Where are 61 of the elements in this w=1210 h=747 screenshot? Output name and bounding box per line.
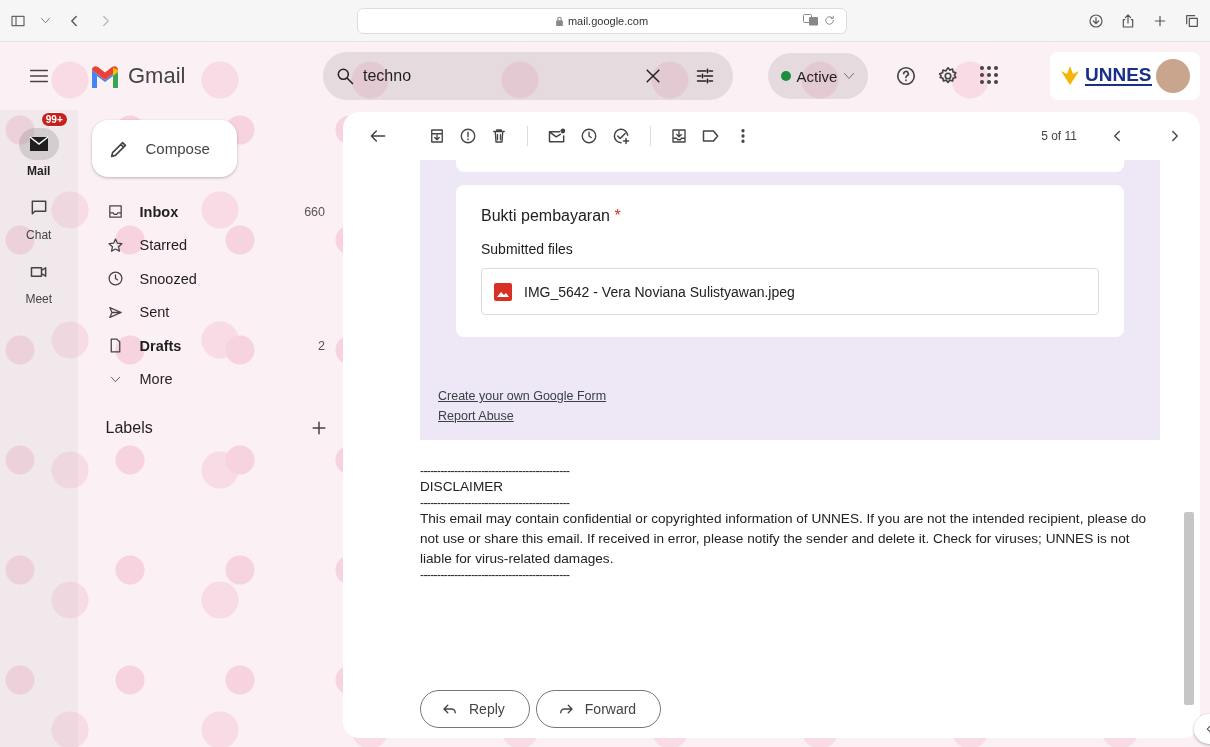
- disclaimer-heading: DISCLAIMER: [420, 478, 505, 496]
- scrollbar-thumb[interactable]: [1184, 512, 1194, 705]
- help-icon[interactable]: [895, 65, 917, 87]
- filter-options-icon[interactable]: [695, 66, 715, 86]
- tabs-icon[interactable]: [1184, 12, 1200, 29]
- snoozed-icon: [106, 270, 124, 288]
- download-icon[interactable]: [1088, 12, 1104, 29]
- unread-count: 99+: [40, 112, 68, 127]
- status-dot: [780, 71, 791, 81]
- emblem-icon: [1058, 65, 1082, 87]
- apps-icon[interactable]: [979, 65, 999, 85]
- status-button[interactable]: Active: [768, 53, 868, 99]
- reply-button[interactable]: Reply: [420, 690, 530, 728]
- question-title: Bukti pembayaran *: [481, 207, 622, 225]
- folder-item[interactable]: Starred: [91, 228, 343, 262]
- address-bar[interactable]: mail.google.com: [356, 7, 847, 34]
- share-icon[interactable]: [1120, 12, 1136, 29]
- starred-icon: [106, 236, 124, 254]
- rail-label: Meet: [25, 292, 53, 306]
- folder-item[interactable]: Snoozed: [91, 262, 343, 296]
- add-task-icon[interactable]: [611, 126, 631, 146]
- divider-text: --------------------------------------------: [420, 465, 571, 477]
- chevron-down-icon: [843, 70, 856, 82]
- archive-icon[interactable]: [428, 127, 446, 145]
- compose-button[interactable]: Compose: [91, 120, 237, 177]
- report-spam-icon[interactable]: [459, 127, 477, 145]
- move-to-icon[interactable]: [670, 127, 688, 145]
- image-file-icon: [494, 282, 512, 301]
- lock-icon: [554, 15, 564, 26]
- disclaimer-text: This email may contain confidential or copyrighted information of UNNES. If you are not the intended recipient, please do not use or share this email. If received in error, please notify the sender and delete it. Check for viruses; UNNES is not liable for virus-related damages.: [420, 510, 1148, 568]
- url-text: mail.google.com: [567, 14, 649, 27]
- forward-button[interactable]: Forward: [535, 690, 662, 728]
- organization-name: UNNES: [1085, 66, 1152, 86]
- pagination-text: 5 of 11: [1041, 129, 1077, 143]
- avatar: [1156, 59, 1190, 93]
- mail-icon: [28, 136, 49, 152]
- delete-icon[interactable]: [490, 127, 508, 145]
- account-button[interactable]: UNNES: [1050, 52, 1200, 100]
- app-name: Gmail: [128, 63, 186, 89]
- labels-heading: Labels: [105, 419, 153, 437]
- snooze-icon[interactable]: [580, 127, 598, 145]
- divider-text: --------------------------------------------: [420, 497, 571, 509]
- folder-item[interactable]: Inbox 660: [91, 195, 343, 229]
- translate-icon[interactable]: [802, 13, 819, 26]
- search-icon[interactable]: [335, 66, 355, 86]
- folder-item[interactable]: More: [91, 362, 343, 396]
- chevron-down-icon[interactable]: [40, 15, 51, 26]
- footer-link[interactable]: Report Abuse: [438, 409, 514, 423]
- submitted-files-label: Submitted files: [481, 241, 574, 257]
- gmail-logo-icon[interactable]: [90, 64, 120, 88]
- divider-text: --------------------------------------------: [420, 569, 571, 581]
- search-field[interactable]: techno: [323, 52, 733, 100]
- file-attachment[interactable]: IMG_5642 - Vera Noviana Sulistyawan.jpeg: [481, 268, 1099, 315]
- mark-unread-icon[interactable]: [547, 126, 567, 146]
- folder-item[interactable]: Drafts 2: [91, 329, 343, 363]
- footer-link[interactable]: Create your own Google Form: [438, 389, 607, 403]
- folder-item[interactable]: Sent: [91, 295, 343, 329]
- inbox-icon: [106, 203, 124, 221]
- reload-icon[interactable]: [822, 13, 836, 27]
- rail-label: Mail: [27, 164, 51, 178]
- rail-label: Chat: [26, 228, 52, 242]
